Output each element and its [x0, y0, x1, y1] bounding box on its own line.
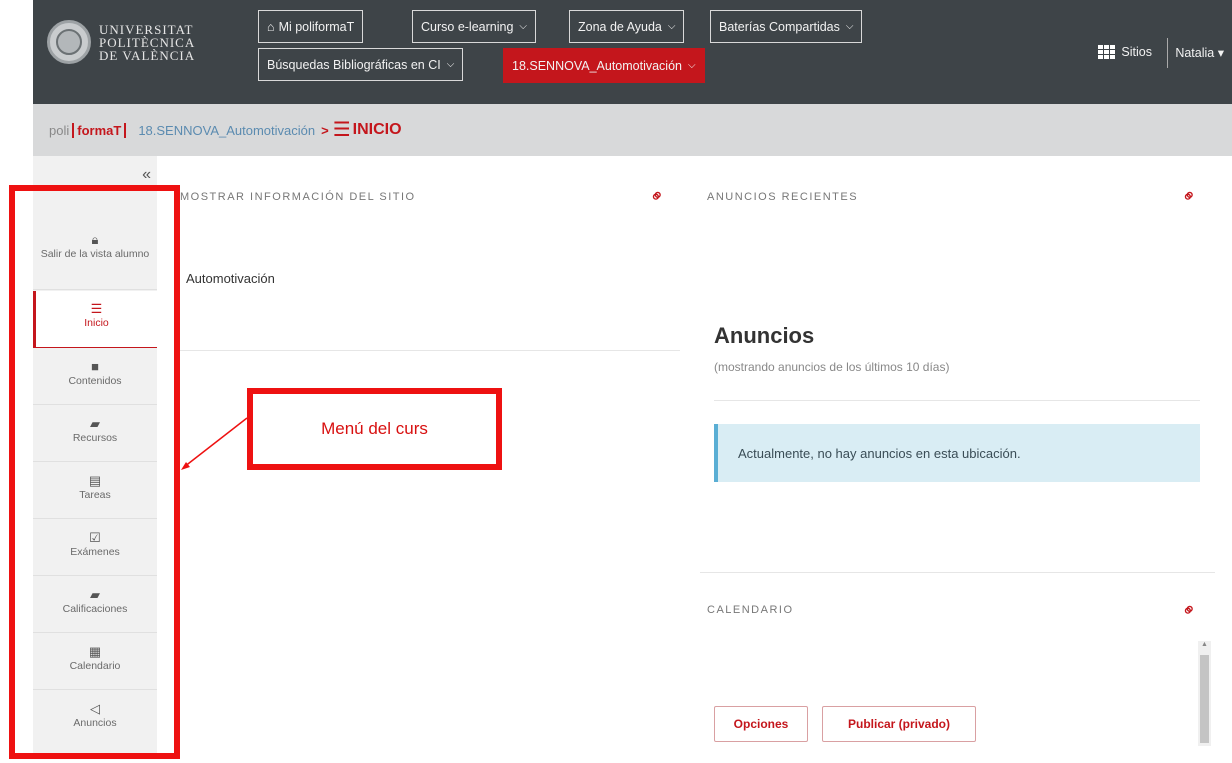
brand-poli: poli	[49, 122, 70, 138]
nav-baterias-compartidas[interactable]: Baterías Compartidas ⌵	[710, 10, 863, 43]
chevron-down-icon: ⌵	[519, 21, 528, 32]
no-announcements-alert: Actualmente, no hay anuncios en esta ubi…	[714, 424, 1200, 482]
nav-mi-poliformat[interactable]: ⌂ Mi poliformaT	[258, 10, 364, 43]
collapse-menu-button[interactable]: «	[142, 166, 151, 184]
sites-button[interactable]: Sitios	[1098, 45, 1152, 59]
home-icon: ⌂	[267, 19, 275, 34]
course-menu-highlight	[9, 185, 180, 759]
nav-current-site[interactable]: 18.SENNOVA_Automotivación ⌵	[503, 48, 705, 83]
list-icon: ☰	[332, 119, 351, 141]
nav-busquedas-bibliograficas[interactable]: Búsquedas Bibliográficas en CI ⌵	[258, 48, 464, 81]
publish-private-button[interactable]: Publicar (privado)	[822, 706, 976, 742]
breadcrumb-current: INICIO	[352, 121, 402, 138]
brand-formaT[interactable]: formaT	[72, 122, 127, 138]
link-icon[interactable]: ⚭	[1177, 184, 1203, 210]
user-menu[interactable]: Natalia ▾	[1175, 45, 1224, 60]
logo-text: UNIVERSITAT POLITÈCNICA DE VALÈNCIA	[99, 21, 196, 63]
upv-logo[interactable]: UNIVERSITAT POLITÈCNICA DE VALÈNCIA	[47, 20, 195, 64]
chevron-down-icon: ⌵	[667, 21, 676, 32]
divider	[180, 350, 680, 351]
options-button[interactable]: Opciones	[714, 706, 808, 742]
chevron-down-icon: ⌵	[446, 59, 455, 70]
divider	[700, 572, 1215, 573]
chevron-down-icon: ⌵	[688, 60, 696, 71]
callout-label: Menú del curs	[321, 419, 428, 438]
caret-down-icon: ▾	[1217, 46, 1224, 60]
breadcrumb-site-link[interactable]: 18.SENNOVA_Automotivación	[138, 123, 315, 138]
university-seal-icon	[47, 20, 91, 64]
breadcrumb-separator: >	[321, 122, 329, 138]
divider	[714, 400, 1200, 401]
chevron-down-icon: ⌵	[845, 21, 854, 32]
scrollbar-thumb[interactable]	[1200, 655, 1209, 743]
nav-zona-de-ayuda[interactable]: Zona de Ayuda ⌵	[569, 10, 685, 43]
recent-announcements-title: ANUNCIOS RECIENTES	[707, 191, 859, 203]
link-icon[interactable]: ⚭	[645, 184, 671, 210]
site-name: Automotivación	[186, 271, 275, 286]
scroll-up-icon[interactable]: ▲	[1200, 641, 1209, 651]
announcements-subheading: (mostrando anuncios de los últimos 10 dí…	[714, 360, 950, 374]
grid-icon	[1098, 45, 1116, 59]
alert-message: Actualmente, no hay anuncios en esta ubi…	[738, 445, 1021, 461]
announcements-heading: Anuncios	[714, 323, 815, 348]
course-menu-callout: Menú del curs	[247, 388, 502, 470]
site-info-title: MOSTRAR INFORMACIÓN DEL SITIO	[180, 191, 416, 203]
calendar-title: CALENDARIO	[707, 604, 794, 616]
top-navbar: UNIVERSITAT POLITÈCNICA DE VALÈNCIA ⌂ Mi …	[33, 0, 1232, 104]
divider	[1167, 38, 1168, 68]
nav-curso-elearning[interactable]: Curso e-learning ⌵	[412, 10, 537, 43]
breadcrumb: poli formaT 18.SENNOVA_Automotivación > …	[33, 104, 1232, 156]
link-icon[interactable]: ⚭	[1177, 598, 1203, 624]
